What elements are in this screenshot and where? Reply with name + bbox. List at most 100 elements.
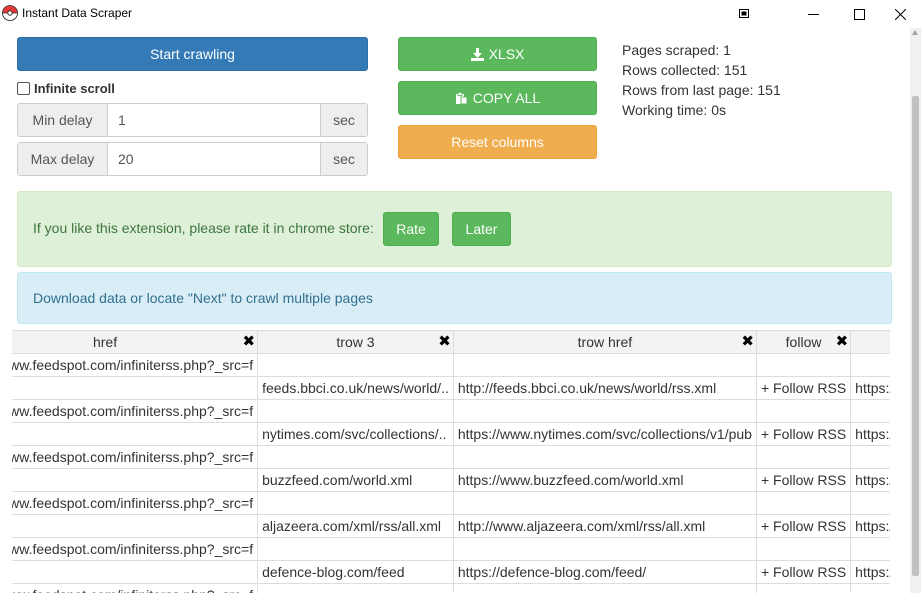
table-cell[interactable]: https://www.feedspot <box>850 560 890 584</box>
data-table-viewport[interactable]: href✖ trow 3✖ trow href✖ follow✖ f https… <box>12 330 890 593</box>
pages-scraped: Pages scraped: 1 <box>622 42 731 58</box>
table-cell[interactable]: https://defence-blog.com/feed/ <box>452 560 757 584</box>
table-cell[interactable]: https://www.feedspot.com/infiniterss.php… <box>12 491 259 515</box>
remove-column-icon[interactable]: ✖ <box>438 332 451 350</box>
column-header[interactable]: follow ✖ <box>755 330 852 354</box>
table-cell[interactable] <box>257 491 454 515</box>
window-extra-icon[interactable] <box>722 0 766 28</box>
max-delay-input[interactable]: 20 <box>108 143 320 175</box>
close-button[interactable] <box>880 0 921 28</box>
table-cell[interactable] <box>850 491 890 515</box>
table-cell[interactable] <box>257 399 454 423</box>
copy-all-button[interactable]: COPY ALL <box>398 81 597 115</box>
minimize-icon <box>807 13 819 15</box>
infinite-scroll-checkbox[interactable] <box>17 81 30 95</box>
clipboard-icon <box>455 91 468 104</box>
remove-column-icon[interactable]: ✖ <box>243 332 256 350</box>
table-cell[interactable]: https://www.feedspot <box>850 468 890 492</box>
table-cell[interactable]: https://www.feedspot.com/infiniterss.php… <box>12 445 259 469</box>
table-cell[interactable]: + Follow RSS <box>755 422 852 446</box>
data-table: href✖ trow 3✖ trow href✖ follow✖ f https… <box>12 330 890 593</box>
min-delay-group: Min delay 1 sec <box>17 103 368 137</box>
rate-extension-alert: If you like this extension, please rate … <box>17 191 892 267</box>
infinite-scroll-option[interactable]: Infinite scroll <box>17 80 115 96</box>
main-content: Start crawling Infinite scroll Min delay… <box>0 28 910 593</box>
column-header[interactable]: href ✖ <box>12 330 259 354</box>
table-cell[interactable] <box>850 537 890 561</box>
table-cell[interactable] <box>257 583 454 593</box>
table-cell[interactable]: https://www.feedspot <box>850 376 890 400</box>
xlsx-download-button[interactable]: XLSX <box>398 37 597 71</box>
table-cell[interactable] <box>452 583 757 593</box>
table-cell[interactable] <box>12 422 259 446</box>
table-cell[interactable]: https://www.feedspot.com/infiniterss.php… <box>12 537 259 561</box>
table-cell[interactable]: aljazeera.com/xml/rss/all.xml <box>257 514 454 538</box>
info-alert: Download data or locate "Next" to crawl … <box>17 272 892 324</box>
table-cell[interactable]: http://feeds.bbci.co.uk/news/world/rss.x… <box>452 376 757 400</box>
reset-columns-button[interactable]: Reset columns <box>398 125 597 159</box>
column-header[interactable]: f <box>850 330 890 354</box>
table-cell[interactable] <box>755 445 852 469</box>
table-cell[interactable]: https://www.nytimes.com/svc/collections/… <box>452 422 757 446</box>
table-cell[interactable]: https://www.feedspot.com/infiniterss.php… <box>12 399 259 423</box>
infinite-scroll-label: Infinite scroll <box>34 80 115 96</box>
remove-column-icon[interactable]: ✖ <box>741 332 754 350</box>
table-cell[interactable]: + Follow RSS <box>755 376 852 400</box>
max-delay-unit: sec <box>320 143 367 175</box>
working-time: Working time: 0s <box>622 102 726 118</box>
rate-button[interactable]: Rate <box>383 212 439 246</box>
table-cell[interactable] <box>12 468 259 492</box>
table-cell[interactable]: http://www.aljazeera.com/xml/rss/all.xml <box>452 514 757 538</box>
minimize-button[interactable] <box>790 0 836 28</box>
table-cell[interactable]: + Follow RSS <box>755 514 852 538</box>
start-crawling-button[interactable]: Start crawling <box>17 37 368 71</box>
table-cell[interactable]: https://www.feedspot <box>850 514 890 538</box>
table-cell[interactable] <box>755 537 852 561</box>
table-cell[interactable] <box>850 353 890 377</box>
table-cell[interactable] <box>12 560 259 584</box>
maximize-button[interactable] <box>836 0 882 28</box>
column-header[interactable]: trow href ✖ <box>452 330 757 354</box>
table-cell[interactable]: https://www.feedspot.com/infiniterss.php… <box>12 583 259 593</box>
table-cell[interactable] <box>755 583 852 593</box>
table-cell[interactable] <box>452 353 757 377</box>
table-cell[interactable] <box>12 514 259 538</box>
table-row: https://www.feedspot.com/infiniterss.php… <box>12 445 890 469</box>
table-cell[interactable]: https://www.feedspot <box>850 422 890 446</box>
table-cell[interactable] <box>755 491 852 515</box>
table-cell[interactable] <box>850 399 890 423</box>
later-button[interactable]: Later <box>452 212 511 246</box>
table-cell[interactable]: buzzfeed.com/world.xml <box>257 468 454 492</box>
remove-column-icon[interactable]: ✖ <box>836 332 849 350</box>
table-cell[interactable] <box>257 537 454 561</box>
table-cell[interactable]: https://www.buzzfeed.com/world.xml <box>452 468 757 492</box>
table-cell[interactable] <box>257 353 454 377</box>
table-cell[interactable]: + Follow RSS <box>755 560 852 584</box>
column-header[interactable]: trow 3 ✖ <box>257 330 454 354</box>
table-cell[interactable]: feeds.bbci.co.uk/news/world/.. <box>257 376 454 400</box>
table-cell[interactable] <box>755 353 852 377</box>
table-cell[interactable] <box>850 583 890 593</box>
min-delay-label: Min delay <box>18 104 108 136</box>
table-cell[interactable] <box>452 491 757 515</box>
table-cell[interactable] <box>12 376 259 400</box>
table-cell[interactable] <box>452 445 757 469</box>
table-cell[interactable]: https://www.feedspot.com/infiniterss.php… <box>12 353 259 377</box>
scrollbar-thumb[interactable] <box>912 96 919 576</box>
table-cell[interactable] <box>257 445 454 469</box>
table-cell[interactable]: defence-blog.com/feed <box>257 560 454 584</box>
title-bar: Instant Data Scraper <box>0 0 921 28</box>
table-cell[interactable]: + Follow RSS <box>755 468 852 492</box>
table-cell[interactable]: nytimes.com/svc/collections/.. <box>257 422 454 446</box>
min-delay-input[interactable]: 1 <box>108 104 320 136</box>
table-cell[interactable] <box>755 399 852 423</box>
download-icon <box>470 47 484 61</box>
maximize-icon <box>853 8 865 20</box>
vertical-scrollbar[interactable] <box>910 28 921 593</box>
scroll-up-icon[interactable] <box>912 30 918 35</box>
rate-message: If you like this extension, please rate … <box>33 220 374 236</box>
table-cell[interactable] <box>850 445 890 469</box>
table-cell[interactable] <box>452 537 757 561</box>
table-cell[interactable] <box>452 399 757 423</box>
table-row: defence-blog.com/feed https://defence-blo… <box>12 560 890 584</box>
